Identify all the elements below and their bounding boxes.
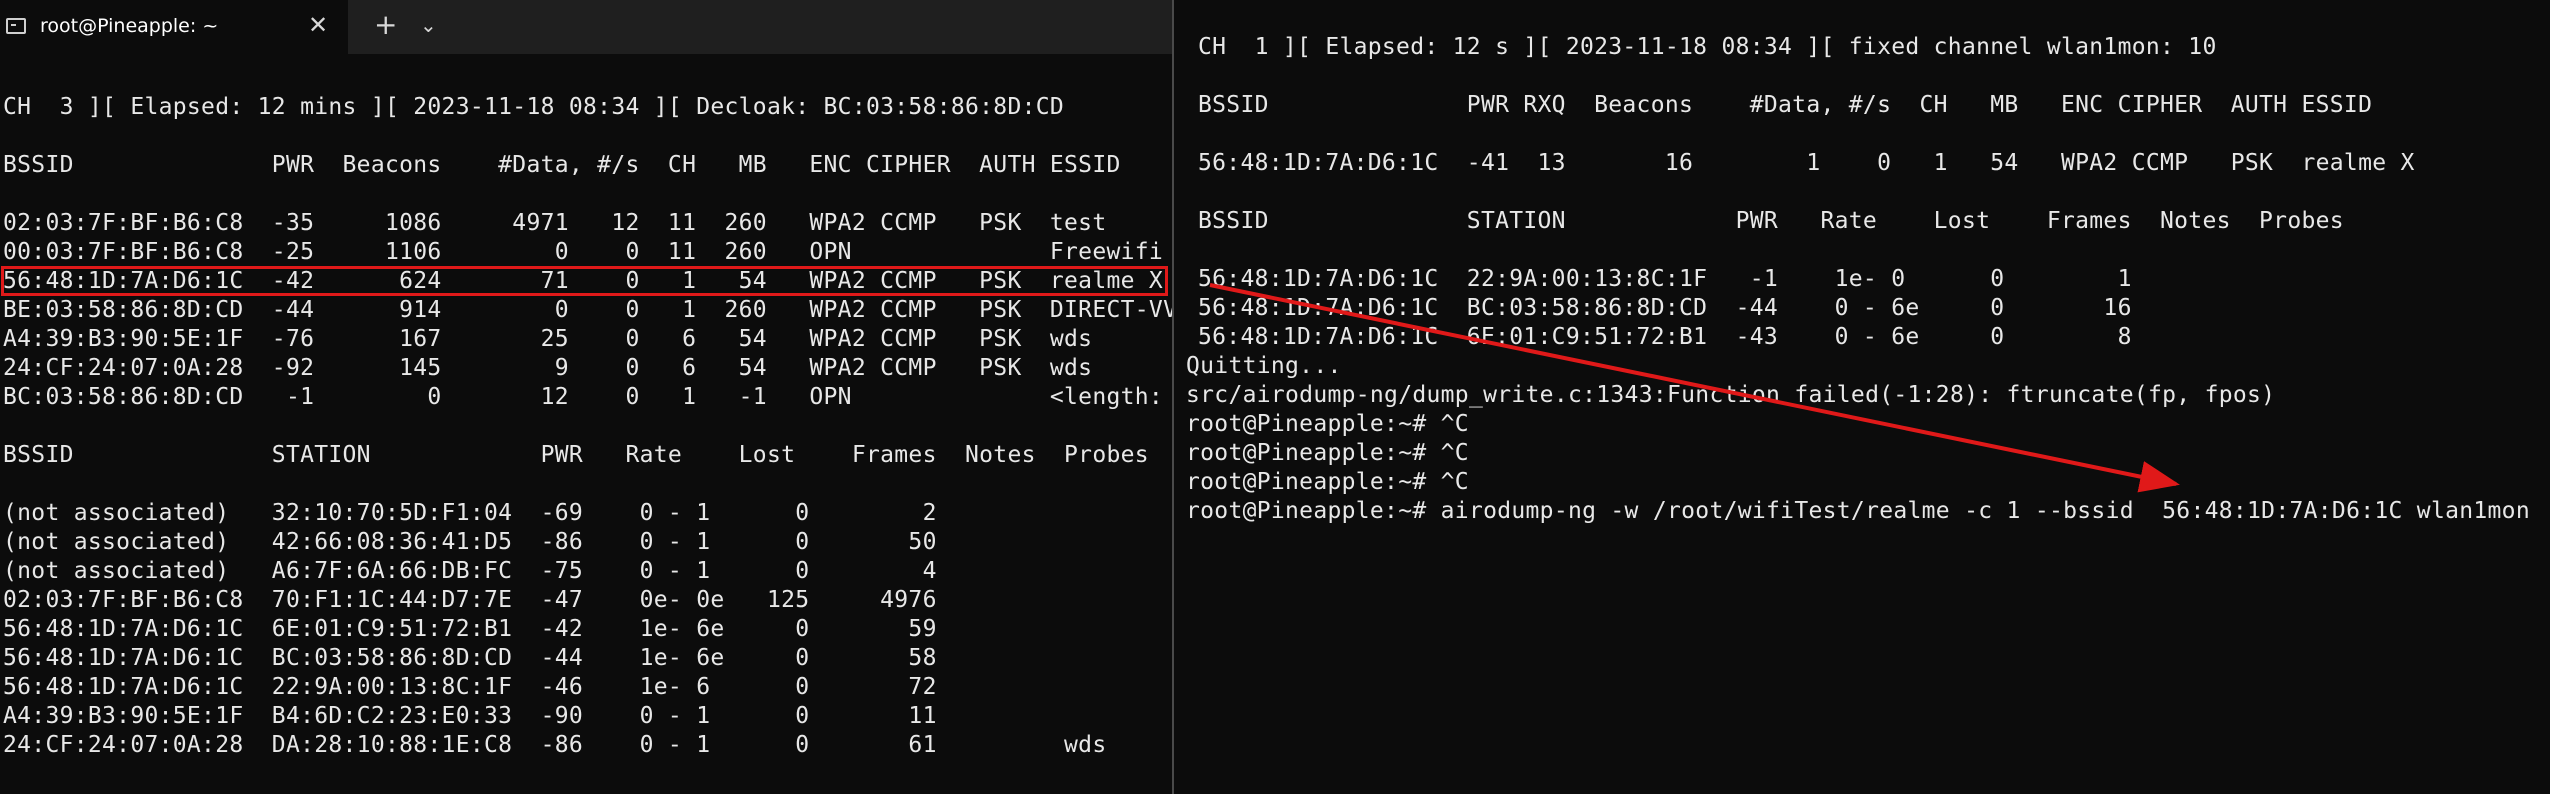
status-line: CH 1 ][ Elapsed: 12 s ][ 2023-11-18 08:3… — [1198, 34, 2217, 60]
tab-bar: root@Pineapple: ~ ✕ + ⌄ — [0, 0, 1172, 54]
ap-row: 56:48:1D:7A:D6:1C -41 13 16 1 0 1 54 WPA… — [1198, 150, 2415, 176]
station-row: 56:48:1D:7A:D6:1C 6E:01:C9:51:72:B1 -42 … — [3, 616, 937, 642]
station-row: 56:48:1D:7A:D6:1C BC:03:58:86:8D:CD -44 … — [1198, 295, 2132, 321]
prompt-line: root@Pineapple:~# ^C — [1186, 469, 1469, 495]
terminal-icon — [6, 18, 26, 34]
prompt-line: root@Pineapple:~# ^C — [1186, 440, 1469, 466]
target-row-highlight — [1, 266, 1168, 296]
station-row: (not associated) 32:10:70:5D:F1:04 -69 0… — [3, 500, 937, 526]
chevron-down-icon[interactable]: ⌄ — [420, 13, 437, 37]
close-icon[interactable]: ✕ — [308, 11, 328, 39]
command-line[interactable]: root@Pineapple:~# airodump-ng -w /root/w… — [1186, 497, 2530, 526]
right-terminal-pane[interactable]: CH 1 ][ Elapsed: 12 s ][ 2023-11-18 08:3… — [1174, 0, 2550, 794]
new-tab-button[interactable]: + — [374, 8, 397, 41]
ap-row: 00:03:7F:BF:B6:C8 -25 1106 0 0 11 260 OP… — [3, 239, 1164, 265]
station-header: BSSID STATION PWR Rate Lost Frames Notes… — [3, 442, 1149, 468]
station-row: 24:CF:24:07:0A:28 DA:28:10:88:1E:C8 -86 … — [3, 732, 1107, 758]
output-line: Quitting... — [1186, 353, 1342, 379]
station-row: 56:48:1D:7A:D6:1C BC:03:58:86:8D:CD -44 … — [3, 645, 937, 671]
station-row: 56:48:1D:7A:D6:1C 22:9A:00:13:8C:1F -46 … — [3, 674, 937, 700]
ap-header: BSSID PWR Beacons #Data, #/s CH MB ENC C… — [3, 152, 1121, 178]
tab-title: root@Pineapple: ~ — [40, 15, 219, 37]
error-line: src/airodump-ng/dump_write.c:1343:Functi… — [1186, 382, 2276, 408]
station-row: 56:48:1D:7A:D6:1C 6E:01:C9:51:72:B1 -43 … — [1198, 324, 2132, 350]
tab-root-pineapple[interactable]: root@Pineapple: ~ ✕ — [0, 0, 348, 54]
station-row: (not associated) A6:7F:6A:66:DB:FC -75 0… — [3, 558, 937, 584]
station-row: 56:48:1D:7A:D6:1C 22:9A:00:13:8C:1F -1 1… — [1198, 266, 2132, 292]
ap-row: A4:39:B3:90:5E:1F -76 167 25 0 6 54 WPA2… — [3, 326, 1093, 352]
station-row: 02:03:7F:BF:B6:C8 70:F1:1C:44:D7:7E -47 … — [3, 587, 937, 613]
status-line: CH 3 ][ Elapsed: 12 mins ][ 2023-11-18 0… — [3, 94, 1065, 120]
ap-row: BE:03:58:86:8D:CD -44 914 0 0 1 260 WPA2… — [3, 297, 1172, 323]
left-terminal-pane[interactable]: root@Pineapple: ~ ✕ + ⌄ CH 3 ][ Elapsed:… — [0, 0, 1172, 794]
ap-header: BSSID PWR RXQ Beacons #Data, #/s CH MB E… — [1198, 92, 2373, 118]
station-row: (not associated) 42:66:08:36:41:D5 -86 0… — [3, 529, 937, 555]
ap-row: BC:03:58:86:8D:CD -1 0 12 0 1 -1 OPN <le… — [3, 384, 1164, 410]
ap-row: 02:03:7F:BF:B6:C8 -35 1086 4971 12 11 26… — [3, 210, 1107, 236]
ap-row: 24:CF:24:07:0A:28 -92 145 9 0 6 54 WPA2 … — [3, 355, 1093, 381]
station-header: BSSID STATION PWR Rate Lost Frames Notes… — [1198, 208, 2344, 234]
station-row: A4:39:B3:90:5E:1F B4:6D:C2:23:E0:33 -90 … — [3, 703, 937, 729]
prompt-line: root@Pineapple:~# ^C — [1186, 411, 1469, 437]
